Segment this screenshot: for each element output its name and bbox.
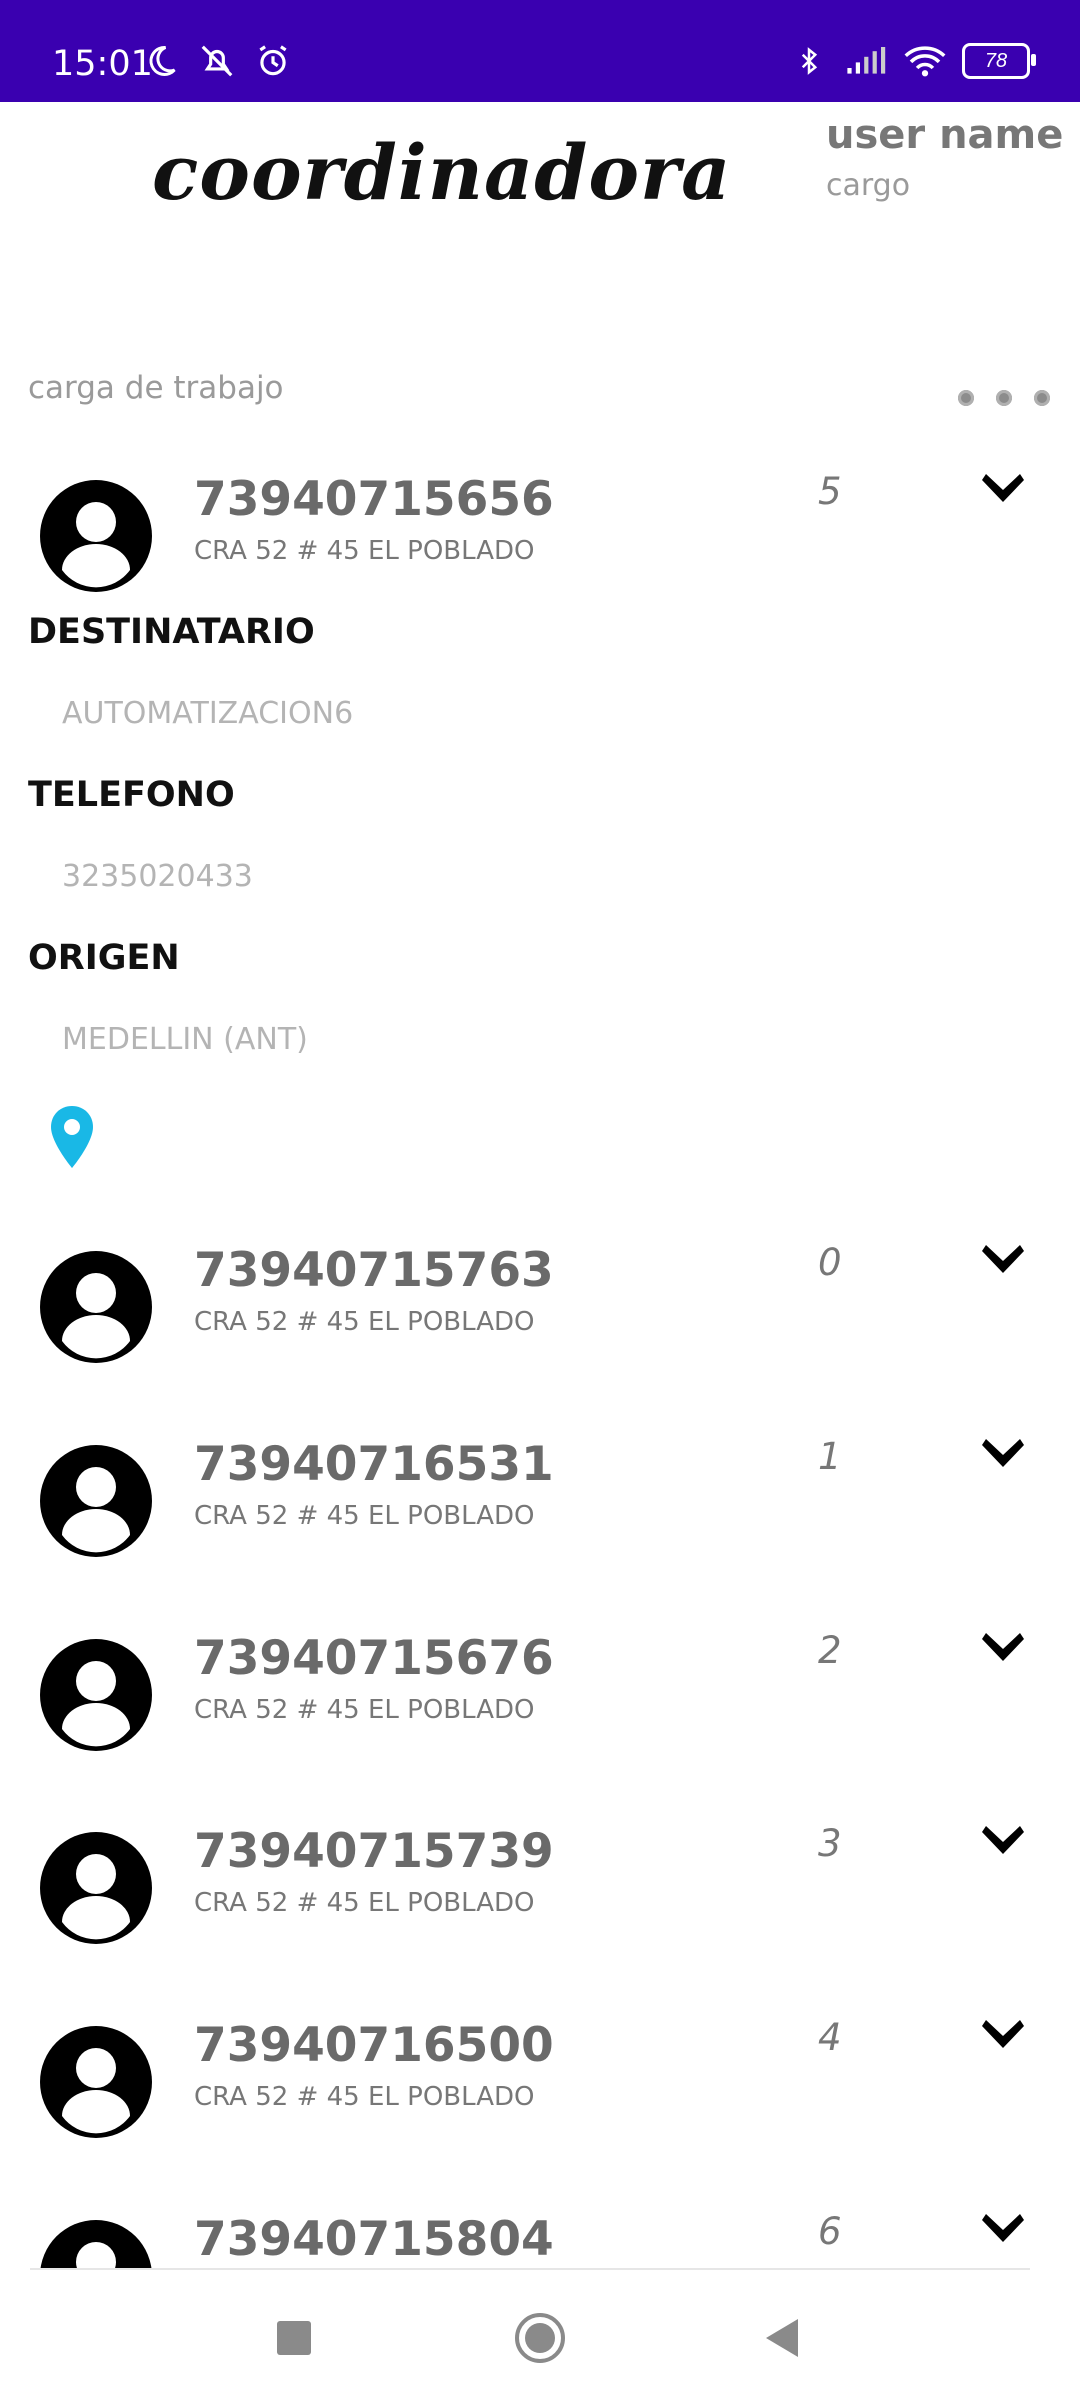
guide-number: 73940715763 — [194, 1243, 554, 1298]
signal-icon — [846, 40, 888, 82]
location-pin-icon[interactable] — [48, 1104, 96, 1170]
chevron-down-icon[interactable] — [980, 1437, 1026, 1477]
wifi-icon — [904, 40, 946, 82]
list-item[interactable]: 73940715676 CRA 52 # 45 EL POBLADO 2 — [0, 1629, 1080, 1797]
item-count: 2 — [818, 1629, 842, 1672]
destinatario-label: DESTINATARIO — [28, 612, 315, 652]
chevron-down-icon[interactable] — [980, 2212, 1026, 2252]
address: CRA 52 # 45 EL POBLADO — [194, 1888, 535, 1918]
battery-icon: 78 — [962, 43, 1036, 79]
chevron-down-icon[interactable] — [980, 2018, 1026, 2058]
avatar-icon — [38, 1637, 154, 1753]
moon-icon — [140, 40, 182, 82]
user-name: user name — [826, 112, 1064, 158]
guide-number: 73940716500 — [194, 2018, 554, 2073]
avatar-icon — [38, 478, 154, 594]
item-count: 4 — [818, 2016, 842, 2059]
avatar-icon — [38, 1443, 154, 1559]
chevron-down-icon[interactable] — [980, 472, 1026, 512]
avatar-icon — [38, 1830, 154, 1946]
origen-value: MEDELLIN (ANT) — [62, 1022, 308, 1057]
recent-apps-icon[interactable] — [266, 2310, 322, 2366]
alarm-icon — [252, 40, 294, 82]
list-clip: 73940715804 6 — [0, 2200, 1080, 2268]
user-role: cargo — [826, 168, 911, 203]
list-item[interactable]: 73940715804 6 — [0, 2210, 1080, 2268]
navigation-bar — [0, 2270, 1080, 2400]
avatar-icon — [38, 2218, 154, 2268]
list-item[interactable]: 73940716500 CRA 52 # 45 EL POBLADO 4 — [0, 2016, 1080, 2184]
chevron-down-icon[interactable] — [980, 1631, 1026, 1671]
mute-icon — [196, 40, 238, 82]
address: CRA 52 # 45 EL POBLADO — [194, 1695, 535, 1725]
list-item[interactable]: 73940715739 CRA 52 # 45 EL POBLADO 3 — [0, 1822, 1080, 1990]
list-item[interactable]: 73940715763 CRA 52 # 45 EL POBLADO 0 — [0, 1241, 1080, 1409]
guide-number: 73940715676 — [194, 1631, 554, 1686]
more-dots-icon[interactable] — [958, 390, 1050, 406]
item-count: 0 — [818, 1241, 842, 1284]
section-title: carga de trabajo — [28, 370, 284, 406]
clock: 15:01 — [52, 44, 153, 84]
item-count: 3 — [818, 1822, 842, 1865]
address: CRA 52 # 45 EL POBLADO — [194, 2082, 535, 2112]
item-count: 1 — [818, 1435, 842, 1478]
origen-label: ORIGEN — [28, 938, 180, 978]
address: CRA 52 # 45 EL POBLADO — [194, 1501, 535, 1531]
avatar-icon — [38, 1249, 154, 1365]
bluetooth-icon — [788, 40, 830, 82]
status-bar: 15:01 78 — [0, 0, 1080, 102]
item-count: 6 — [818, 2210, 842, 2253]
telefono-value: 3235020433 — [62, 859, 253, 894]
guide-number: 73940715739 — [194, 1824, 554, 1879]
destinatario-value: AUTOMATIZACION6 — [62, 696, 354, 731]
chevron-down-icon[interactable] — [980, 1824, 1026, 1864]
list-item[interactable]: 73940716531 CRA 52 # 45 EL POBLADO 1 — [0, 1435, 1080, 1603]
guide-number: 73940715804 — [194, 2212, 554, 2267]
brand-logo: coordinadora — [152, 128, 732, 217]
telefono-label: TELEFONO — [28, 775, 235, 815]
guide-number: 73940715656 — [194, 472, 554, 527]
item-count: 5 — [818, 470, 842, 513]
chevron-down-icon[interactable] — [980, 1243, 1026, 1283]
address: CRA 52 # 45 EL POBLADO — [194, 536, 535, 566]
home-icon[interactable] — [512, 2310, 568, 2366]
avatar-icon — [38, 2024, 154, 2140]
back-icon[interactable] — [754, 2310, 810, 2366]
address: CRA 52 # 45 EL POBLADO — [194, 1307, 535, 1337]
guide-number: 73940716531 — [194, 1437, 554, 1492]
